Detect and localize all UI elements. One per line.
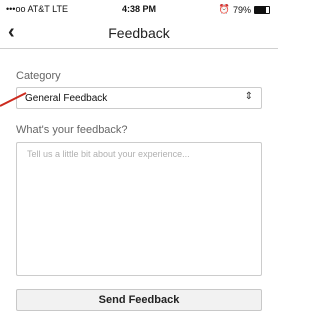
annotation-line — [0, 92, 27, 107]
annotation-red-line — [0, 92, 27, 107]
